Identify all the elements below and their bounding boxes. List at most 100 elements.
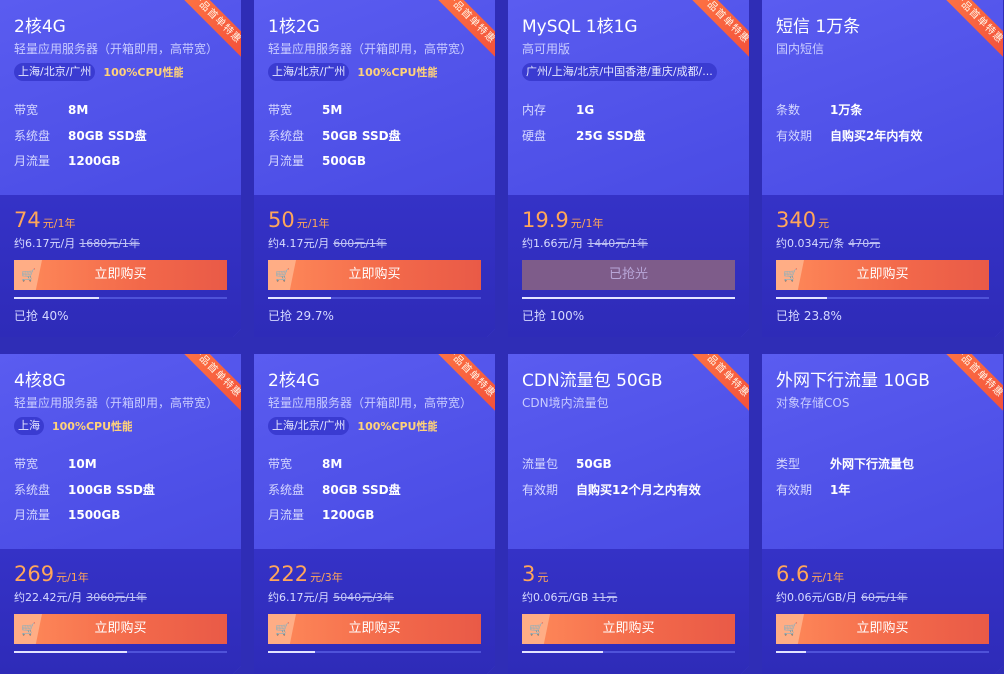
region-tag: 广州/上海/北京/中国香港/重庆/成都/... (522, 63, 717, 81)
price-unit: 元/3年 (310, 571, 343, 584)
per-price: 约4.17元/月 (268, 237, 330, 250)
buy-label: 立即购买 (348, 267, 401, 282)
spec-label: 有效期 (776, 482, 813, 497)
cart-icon: 🛒 (776, 614, 804, 644)
spec-row: 月流量 1200GB (268, 502, 401, 528)
original-price: 470元 (848, 237, 881, 250)
spec-row: 硬盘 25G SSD盘 (522, 123, 645, 149)
progress-bar (776, 297, 989, 299)
cart-icon: 🛒 (522, 614, 550, 644)
buy-label: 立即购买 (94, 621, 147, 636)
progress-fill (268, 297, 331, 299)
original-price: 11元 (592, 591, 618, 604)
spec-value: 自购买12个月之内有效 (576, 482, 701, 497)
product-card: 产品首单特惠 1核2G 轻量应用服务器（开箱即用，高带宽） 上海/北京/广州 1… (254, 0, 495, 337)
spec-row: 月流量 1200GB (14, 148, 147, 174)
product-card: 产品首单特惠 外网下行流量 10GB 对象存储COS 类型 外网下行流量包 有效… (762, 354, 1003, 674)
tag-row: 上海/北京/广州 100%CPU性能 (14, 63, 183, 81)
spec-list: 带宽 8M 系统盘 80GB SSD盘 月流量 1200GB (268, 451, 401, 528)
region-tag: 上海/北京/广州 (268, 417, 349, 435)
spec-value: 1500GB (68, 507, 121, 522)
product-title: 4核8G (14, 371, 66, 391)
region-tag: 上海/北京/广州 (14, 63, 95, 81)
price-unit: 元/1年 (296, 217, 330, 230)
spec-row: 系统盘 80GB SSD盘 (14, 123, 147, 149)
price-value: 19.9 (522, 208, 569, 232)
product-card: 产品首单特惠 短信 1万条 国内短信 条数 1万条 有效期 自购买2年内有效 3… (762, 0, 1003, 337)
cart-icon: 🛒 (14, 260, 42, 290)
progress-bar (14, 297, 227, 299)
price: 222 元/3年 (268, 562, 343, 586)
buy-button[interactable]: 🛒 立即购买 (776, 614, 989, 644)
progress-bar (268, 297, 481, 299)
price: 74 元/1年 (14, 208, 75, 232)
progress-bar (14, 651, 227, 653)
product-subtitle: 高可用版 (522, 42, 571, 56)
buy-label: 立即购买 (856, 267, 909, 282)
cpu-tag: 100%CPU性能 (357, 420, 438, 433)
buy-button[interactable]: 🛒 立即购买 (268, 614, 481, 644)
spec-value: 1万条 (830, 103, 863, 118)
spec-label: 条数 (776, 103, 801, 118)
price-value: 74 (14, 208, 41, 232)
region-tag: 上海/北京/广州 (268, 63, 349, 81)
per-price: 约1.66元/月 (522, 237, 584, 250)
price: 19.9 元/1年 (522, 208, 603, 232)
price-per-period: 约0.06元/GB/月 60元/1年 (776, 589, 908, 605)
spec-label: 带宽 (14, 457, 39, 472)
price: 50 元/1年 (268, 208, 329, 232)
sold-status: 已抢 29.7% (268, 309, 334, 323)
product-subtitle: 轻量应用服务器（开箱即用，高带宽） (14, 396, 219, 410)
progress-bar (268, 651, 481, 653)
product-title: 2核4G (14, 17, 66, 37)
price-per-period: 约0.06元/GB 11元 (522, 589, 617, 605)
progress-fill (14, 297, 99, 299)
spec-label: 月流量 (14, 154, 51, 169)
spec-label: 系统盘 (14, 128, 51, 143)
original-price: 5040元/3年 (333, 591, 394, 604)
spec-label: 硬盘 (522, 128, 547, 143)
spec-value: 自购买2年内有效 (830, 128, 923, 143)
product-subtitle: 轻量应用服务器（开箱即用，高带宽） (268, 396, 473, 410)
original-price: 3060元/1年 (86, 591, 147, 604)
price-value: 269 (14, 562, 55, 586)
spec-label: 有效期 (776, 128, 813, 143)
spec-value: 80GB SSD盘 (322, 482, 401, 497)
spec-row: 带宽 5M (268, 97, 401, 123)
buy-button[interactable]: 🛒 立即购买 (14, 260, 227, 290)
per-price: 约6.17元/月 (14, 237, 76, 250)
product-card: 产品首单特惠 2核4G 轻量应用服务器（开箱即用，高带宽） 上海/北京/广州 1… (254, 354, 495, 674)
progress-bar (776, 651, 989, 653)
spec-label: 有效期 (522, 482, 559, 497)
buy-label: 立即购买 (856, 621, 909, 636)
spec-row: 内存 1G (522, 97, 645, 123)
spec-row: 系统盘 80GB SSD盘 (268, 477, 401, 503)
per-price: 约0.034元/条 (776, 237, 845, 250)
buy-button[interactable]: 🛒 立即购买 (776, 260, 989, 290)
spec-row: 带宽 8M (14, 97, 147, 123)
buy-label: 立即购买 (94, 267, 147, 282)
spec-label: 内存 (522, 103, 547, 118)
per-price: 约22.42元/月 (14, 591, 83, 604)
price: 340 元 (776, 208, 829, 232)
tag-row: 上海/北京/广州 100%CPU性能 (268, 63, 437, 81)
buy-label: 立即购买 (348, 621, 401, 636)
price-unit: 元/1年 (56, 571, 89, 584)
buy-button[interactable]: 🛒 立即购买 (14, 614, 227, 644)
price-per-period: 约22.42元/月 3060元/1年 (14, 589, 147, 605)
spec-value: 1200GB (68, 153, 121, 168)
buy-button[interactable]: 🛒 立即购买 (522, 614, 735, 644)
price-value: 50 (268, 208, 295, 232)
promo-ribbon: 产品首单特惠 (933, 0, 1003, 64)
spec-value: 50GB (576, 456, 612, 471)
buy-button[interactable]: 🛒 立即购买 (268, 260, 481, 290)
spec-row: 有效期 1年 (776, 477, 914, 503)
progress-fill (776, 651, 806, 653)
product-subtitle: CDN境内流量包 (522, 396, 609, 410)
per-price: 约0.06元/GB/月 (776, 591, 857, 604)
tag-row: 上海/北京/广州 100%CPU性能 (268, 417, 437, 435)
spec-row: 有效期 自购买12个月之内有效 (522, 477, 701, 503)
cart-icon: 🛒 (268, 260, 296, 290)
spec-value: 1200GB (322, 507, 375, 522)
price-value: 222 (268, 562, 309, 586)
